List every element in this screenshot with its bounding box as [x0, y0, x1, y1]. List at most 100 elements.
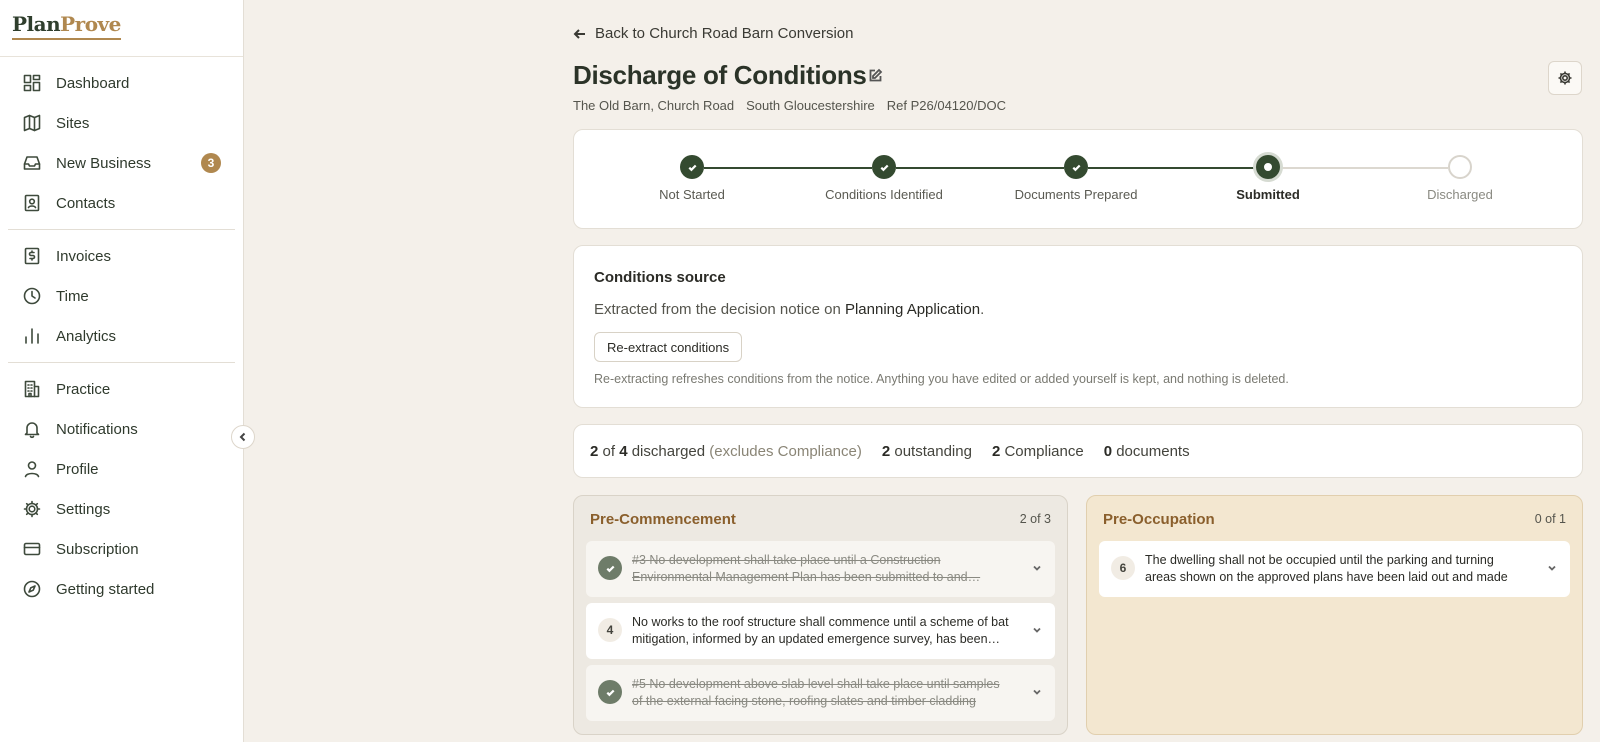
sidebar-item-analytics[interactable]: Analytics — [8, 316, 235, 356]
nav-group-main: Dashboard Sites New Business 3 Contacts — [0, 57, 243, 229]
bell-icon — [22, 419, 42, 439]
sidebar-item-new-business[interactable]: New Business 3 — [8, 143, 235, 183]
check-icon — [1072, 164, 1080, 171]
discharged-summary: 2 of 4 discharged (excludes Compliance) — [590, 442, 862, 460]
nav-group-finance: Invoices Time Analytics — [0, 230, 243, 362]
check-icon — [598, 556, 622, 580]
step-label: Documents Prepared — [1014, 187, 1138, 202]
condition-text: The dwelling shall not be occupied until… — [1145, 553, 1508, 584]
step-discharged: Discharged — [1380, 155, 1540, 202]
edit-title-icon[interactable] — [867, 68, 883, 84]
step-submitted: Submitted — [1188, 155, 1348, 202]
sidebar-item-label: Settings — [56, 500, 111, 518]
check-icon — [688, 164, 696, 171]
chevron-down-icon[interactable] — [1031, 561, 1043, 573]
chevron-down-icon[interactable] — [1546, 561, 1558, 573]
re-extract-note: Re-extracting refreshes conditions from … — [594, 372, 1289, 386]
sidebar-item-subscription[interactable]: Subscription — [8, 529, 235, 569]
sidebar-item-contacts[interactable]: Contacts — [8, 183, 235, 223]
check-icon — [598, 680, 622, 704]
documents-summary: 0 documents — [1103, 442, 1190, 460]
building-icon — [22, 379, 42, 399]
condition-text: #5 No development above slab level shall… — [632, 677, 1000, 708]
sidebar-item-practice[interactable]: Practice — [8, 369, 235, 409]
chevron-down-icon[interactable] — [1031, 685, 1043, 697]
invoice-icon — [22, 246, 42, 266]
sidebar-item-invoices[interactable]: Invoices — [8, 236, 235, 276]
sidebar-item-settings[interactable]: Settings — [8, 489, 235, 529]
step-conditions-identified: Conditions Identified — [804, 155, 964, 202]
gear-icon — [1558, 71, 1572, 85]
step-documents-prepared: Documents Prepared — [996, 155, 1156, 202]
condition-card[interactable]: #3 No development shall take place until… — [586, 541, 1055, 597]
compliance-summary: 2 Compliance — [991, 442, 1084, 460]
collapse-sidebar-button[interactable] — [231, 425, 255, 449]
project-address: The Old Barn, Church Road — [573, 98, 735, 113]
sidebar-item-label: Dashboard — [56, 74, 130, 92]
sidebar-item-time[interactable]: Time — [8, 276, 235, 316]
condition-number: #5 — [632, 677, 646, 691]
sidebar-item-label: Invoices — [56, 247, 112, 265]
column-count: 2 of 3 — [1019, 512, 1051, 526]
current-step-indicator — [1264, 163, 1272, 171]
sidebar-item-profile[interactable]: Profile — [8, 449, 235, 489]
step-dot — [1256, 155, 1280, 179]
sidebar-item-label: Contacts — [56, 194, 116, 212]
sidebar-item-label: New Business — [56, 154, 152, 172]
credit-card-icon — [22, 539, 42, 559]
sidebar-item-label: Analytics — [56, 327, 117, 345]
page-settings-button[interactable] — [1548, 61, 1582, 95]
nav-group-account: Practice Notifications Profile Settings … — [0, 363, 243, 615]
sidebar-item-label: Profile — [56, 460, 99, 478]
planning-application-name: Planning Application — [844, 301, 981, 318]
dashboard-icon — [22, 73, 42, 93]
step-dot — [680, 155, 704, 179]
status-stepper: Not Started Conditions Identified Docume… — [573, 129, 1583, 229]
condition-card[interactable]: 4 No works to the roof structure shall c… — [586, 603, 1055, 659]
column-title: Pre-Commencement — [590, 511, 736, 528]
sidebar-item-label: Subscription — [56, 540, 139, 558]
page-title: Discharge of Conditions — [573, 60, 867, 90]
step-dot — [1064, 155, 1088, 179]
compass-icon — [22, 579, 42, 599]
back-link[interactable]: Back to Church Road Barn Conversion — [573, 25, 853, 42]
new-business-count-badge: 3 — [201, 153, 221, 173]
condition-card[interactable]: #5 No development above slab level shall… — [586, 665, 1055, 721]
condition-text: #3 No development shall take place until… — [632, 553, 981, 584]
arrow-left-icon — [573, 28, 585, 39]
re-extract-conditions-button[interactable]: Re-extract conditions — [594, 332, 743, 362]
sidebar-item-label: Sites — [56, 114, 90, 132]
discharge-summary: 2 of 4 discharged (excludes Compliance) … — [573, 424, 1583, 478]
sidebar-item-dashboard[interactable]: Dashboard — [8, 63, 235, 103]
step-label: Not Started — [659, 187, 725, 202]
conditions-source-heading: Conditions source — [594, 269, 726, 286]
sidebar-item-getting-started[interactable]: Getting started — [8, 569, 235, 609]
clock-icon — [22, 286, 42, 306]
chevron-down-icon[interactable] — [1031, 623, 1043, 635]
sidebar-item-label: Time — [56, 287, 89, 305]
logo-text: PlanProve — [12, 12, 121, 40]
pre-occupation-column: Pre-Occupation 0 of 1 6 The dwelling sha… — [1086, 495, 1583, 735]
project-reference: Ref P26/04120/DOC — [886, 98, 1006, 113]
map-icon — [22, 113, 42, 133]
condition-number: #3 — [632, 553, 646, 567]
step-label: Discharged — [1427, 187, 1493, 202]
back-link-label: Back to Church Road Barn Conversion — [595, 25, 854, 42]
condition-card[interactable]: 6 The dwelling shall not be occupied unt… — [1099, 541, 1570, 597]
sidebar-item-notifications[interactable]: Notifications — [8, 409, 235, 449]
contacts-icon — [22, 193, 42, 213]
step-not-started: Not Started — [612, 155, 772, 202]
logo[interactable]: PlanProve — [0, 0, 243, 57]
step-dot — [1448, 155, 1472, 179]
outstanding-summary: 2 outstanding — [881, 442, 972, 460]
check-icon — [880, 164, 888, 171]
column-count: 0 of 1 — [1534, 512, 1566, 526]
bar-chart-icon — [22, 326, 42, 346]
project-council: South Gloucestershire — [746, 98, 875, 113]
condition-text: No works to the roof structure shall com… — [632, 615, 1009, 646]
step-label: Conditions Identified — [825, 187, 943, 202]
sidebar-item-label: Notifications — [56, 420, 138, 438]
sidebar-item-sites[interactable]: Sites — [8, 103, 235, 143]
condition-number: 4 — [598, 618, 622, 642]
conditions-source-card: Conditions source Extracted from the dec… — [573, 245, 1583, 408]
